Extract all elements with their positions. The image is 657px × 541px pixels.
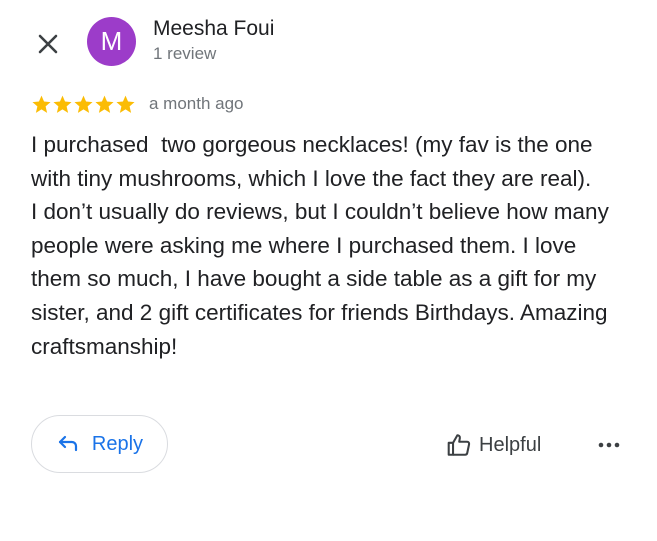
review-body: I purchased two gorgeous necklaces! (my … — [31, 128, 631, 363]
review-header: M Meesha Foui 1 review — [0, 0, 657, 90]
avatar[interactable]: M — [87, 17, 136, 66]
close-icon — [38, 34, 58, 54]
close-button[interactable] — [30, 26, 66, 62]
reply-arrow-icon — [58, 435, 78, 452]
reviewer-name[interactable]: Meesha Foui — [153, 17, 274, 41]
reviewer-review-count: 1 review — [153, 44, 217, 63]
helpful-button[interactable]: Helpful — [446, 427, 541, 463]
avatar-initial: M — [100, 26, 123, 56]
reply-label: Reply — [91, 432, 144, 455]
helpful-label: Helpful — [479, 433, 542, 456]
review-time: a month ago — [149, 94, 244, 113]
star-icon — [95, 95, 114, 113]
rating-row: a month ago — [31, 92, 244, 116]
star-icon — [74, 95, 93, 113]
star-rating — [31, 94, 136, 115]
review-paragraph: I don’t usually do reviews, but I couldn… — [31, 199, 616, 359]
star-icon — [32, 95, 51, 113]
more-horizontal-icon — [598, 442, 620, 448]
star-icon — [116, 95, 135, 113]
more-options-button[interactable] — [594, 430, 624, 460]
reply-button[interactable]: Reply — [31, 415, 168, 473]
star-icon — [53, 95, 72, 113]
thumbs-up-icon — [447, 434, 471, 456]
review-paragraph: I purchased two gorgeous necklaces! (my … — [31, 132, 599, 191]
